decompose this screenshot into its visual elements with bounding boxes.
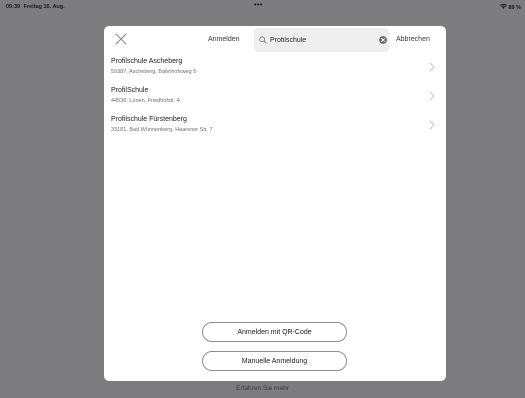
multitasking-dots[interactable]: ••• — [254, 2, 263, 9]
wifi-icon — [499, 4, 507, 9]
login-sheet: Anmelden Abbrechen Profilschule Ascheber… — [104, 26, 446, 381]
cancel-button[interactable]: Abbrechen — [396, 36, 430, 43]
school-address: 59387, Ascheberg, Bahnhofsweg 5 — [111, 69, 197, 75]
status-bar: 09:39 Freitag 16. Aug. ••• 89 % — [0, 0, 525, 14]
school-name: Profilschule Fürstenberg — [111, 116, 187, 123]
qr-login-button[interactable]: Anmelden mit QR-Code — [202, 322, 347, 342]
list-item[interactable]: ProfilSchule 44536, Lünen, Friedhofstr. … — [104, 85, 446, 114]
chevron-right-icon — [429, 62, 435, 72]
manual-login-button[interactable]: Manuelle Anmeldung — [202, 351, 347, 371]
battery-percent: 89 % — [508, 5, 521, 11]
school-address: 33181, Bad Wünnenberg, Haarener Str. 7 — [111, 127, 213, 133]
search-icon — [259, 36, 267, 44]
status-clock: 09:39 — [6, 4, 21, 10]
status-time: 09:39 Freitag 16. Aug. — [6, 4, 65, 10]
school-address: 44536, Lünen, Friedhofstr. 4 — [111, 98, 180, 104]
chevron-right-icon — [429, 120, 435, 130]
school-name: ProfilSchule — [111, 87, 149, 94]
chevron-right-icon — [429, 91, 435, 101]
status-date: Freitag 16. Aug. — [23, 4, 65, 10]
search-field[interactable] — [254, 28, 389, 52]
clear-search-icon[interactable] — [379, 36, 387, 44]
list-item[interactable]: Profilschule Fürstenberg 33181, Bad Wünn… — [104, 114, 446, 143]
learn-more-link: Erfahren Sie mehr — [236, 385, 289, 392]
school-name: Profilschule Ascheberg — [111, 58, 183, 65]
search-results-list: Profilschule Ascheberg 59387, Ascheberg,… — [104, 56, 446, 143]
status-right: 89 % — [499, 4, 521, 11]
sheet-title: Anmelden — [208, 36, 240, 43]
search-input[interactable] — [270, 34, 370, 46]
list-item[interactable]: Profilschule Ascheberg 59387, Ascheberg,… — [104, 56, 446, 85]
close-icon[interactable] — [114, 32, 128, 46]
